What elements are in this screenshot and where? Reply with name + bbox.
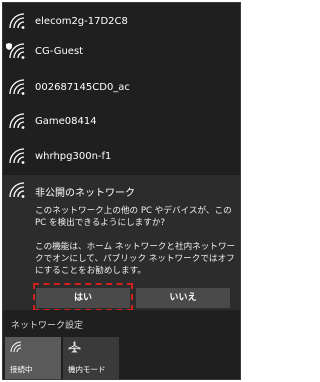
- yes-button[interactable]: はい: [36, 288, 130, 308]
- network-item[interactable]: Game08414: [3, 103, 240, 139]
- wifi-toggle-tile[interactable]: 接続中: [5, 337, 61, 379]
- airplane-icon: [68, 341, 81, 353]
- wifi-icon: [9, 13, 25, 29]
- airplane-tile-label: 機内モード: [68, 365, 106, 374]
- network-name: 002687145CD0_ac: [35, 81, 130, 93]
- wifi-icon: [10, 341, 22, 353]
- hidden-network-item[interactable]: 非公開のネットワーク このネットワーク上の他の PC やデバイスが、この PC …: [3, 175, 240, 311]
- shield-icon: [6, 43, 12, 50]
- network-name: Game08414: [35, 115, 97, 127]
- network-item[interactable]: CG-Guest: [3, 33, 240, 69]
- network-item[interactable]: 002687145CD0_ac: [3, 69, 240, 105]
- wifi-icon: [9, 148, 25, 164]
- network-flyout: elecom2g-17D2C8 CG-Guest 002687145CD0_ac: [2, 2, 241, 380]
- wifi-tile-label: 接続中: [10, 365, 33, 374]
- wifi-icon: [9, 79, 25, 95]
- discovery-info: この機能は、ホーム ネットワークと社内ネットワークでオンにして、パブリック ネッ…: [35, 242, 236, 276]
- network-settings-link[interactable]: ネットワーク設定: [3, 310, 240, 337]
- network-settings-label: ネットワーク設定: [11, 321, 84, 331]
- no-button[interactable]: いいえ: [136, 288, 230, 308]
- airplane-mode-tile[interactable]: 機内モード: [63, 337, 119, 379]
- hidden-network-name: 非公開のネットワーク: [35, 188, 135, 199]
- wifi-icon: [9, 113, 25, 129]
- network-name: elecom2g-17D2C8: [35, 15, 128, 27]
- discovery-question: このネットワーク上の他の PC やデバイスが、この PC を検出できるようにしま…: [35, 206, 232, 228]
- wifi-icon: [9, 182, 25, 198]
- network-name: CG-Guest: [35, 45, 84, 57]
- network-name: whrhpg300n-f1: [35, 150, 112, 162]
- network-item[interactable]: whrhpg300n-f1: [3, 138, 240, 174]
